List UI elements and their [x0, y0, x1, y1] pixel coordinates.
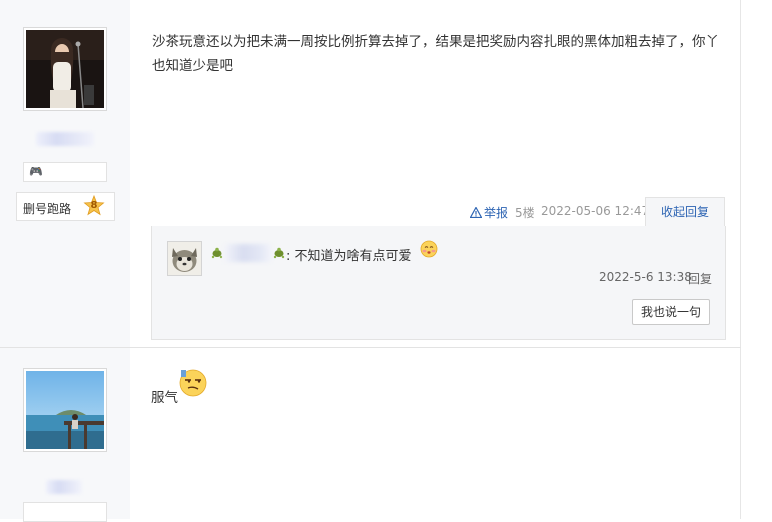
- author-username[interactable]: [46, 480, 82, 494]
- floor-number: 5楼: [515, 206, 535, 220]
- warning-icon: [470, 207, 482, 218]
- report-link[interactable]: 举报: [470, 204, 508, 221]
- user-level[interactable]: 删号跑路 8: [16, 192, 115, 221]
- collapse-replies-button[interactable]: 收起回复: [645, 197, 725, 227]
- level-name: 删号跑路: [23, 202, 72, 216]
- author-avatar[interactable]: [23, 27, 107, 111]
- level-number: 8: [90, 200, 98, 211]
- post-content: 服气: [151, 390, 178, 406]
- reply-avatar[interactable]: [167, 241, 202, 276]
- author-username[interactable]: [36, 132, 94, 146]
- reply-time: 2022-5-6 13:38: [599, 270, 692, 284]
- post-divider: [0, 347, 741, 348]
- avatar-image: [26, 371, 104, 449]
- turtle-icon: [273, 247, 285, 259]
- turtle-icon: [211, 247, 223, 259]
- reply-text: : 不知道为啥有点可爱: [286, 249, 412, 264]
- content-border: [740, 0, 741, 519]
- user-badge[interactable]: 🎮: [23, 162, 107, 182]
- author-avatar[interactable]: [23, 368, 107, 452]
- shy-face-emoji-icon: [420, 240, 438, 258]
- smug-face-emoji-icon: [179, 369, 207, 397]
- report-label: 举报: [484, 206, 509, 220]
- avatar-image: [26, 30, 104, 108]
- post-time: 2022-05-06 12:47: [541, 204, 650, 218]
- reply-link[interactable]: 回复: [688, 270, 712, 287]
- gamepad-icon: 🎮: [29, 165, 43, 178]
- reply-avatar-image: [168, 242, 201, 275]
- post-content: 沙茶玩意还以为把未满一周按比例折算去掉了，结果是把奖励内容扎眼的黑体加粗去掉了，…: [152, 34, 719, 74]
- add-comment-button[interactable]: 我也说一句: [632, 299, 710, 325]
- user-badge[interactable]: [23, 502, 107, 522]
- level-star-icon: 8: [83, 194, 105, 217]
- reply-username[interactable]: [224, 244, 272, 262]
